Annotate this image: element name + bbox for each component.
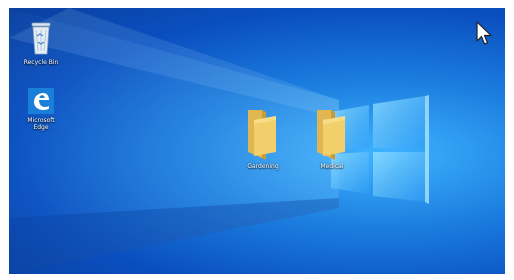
folder-icon: [248, 110, 276, 160]
microsoft-edge-label: Microsoft Edge: [27, 117, 55, 131]
mouse-pointer-icon: [476, 21, 492, 45]
recycle-bin-desktop-icon[interactable]: Recycle Bin: [11, 20, 71, 66]
recycle-bin-icon: [31, 22, 51, 55]
medical-folder-icon[interactable]: Medical: [302, 108, 362, 170]
desktop[interactable]: Recycle Bin Microsoft Edge Gardening Med…: [9, 8, 505, 274]
microsoft-edge-desktop-icon[interactable]: Microsoft Edge: [11, 88, 71, 131]
gardening-folder-label: Gardening: [247, 163, 279, 170]
recycle-bin-label: Recycle Bin: [23, 59, 59, 66]
medical-folder-label: Medical: [320, 163, 344, 170]
edge-icon: [28, 88, 54, 114]
folder-icon: [317, 110, 345, 160]
gardening-folder-icon[interactable]: Gardening: [233, 108, 293, 170]
